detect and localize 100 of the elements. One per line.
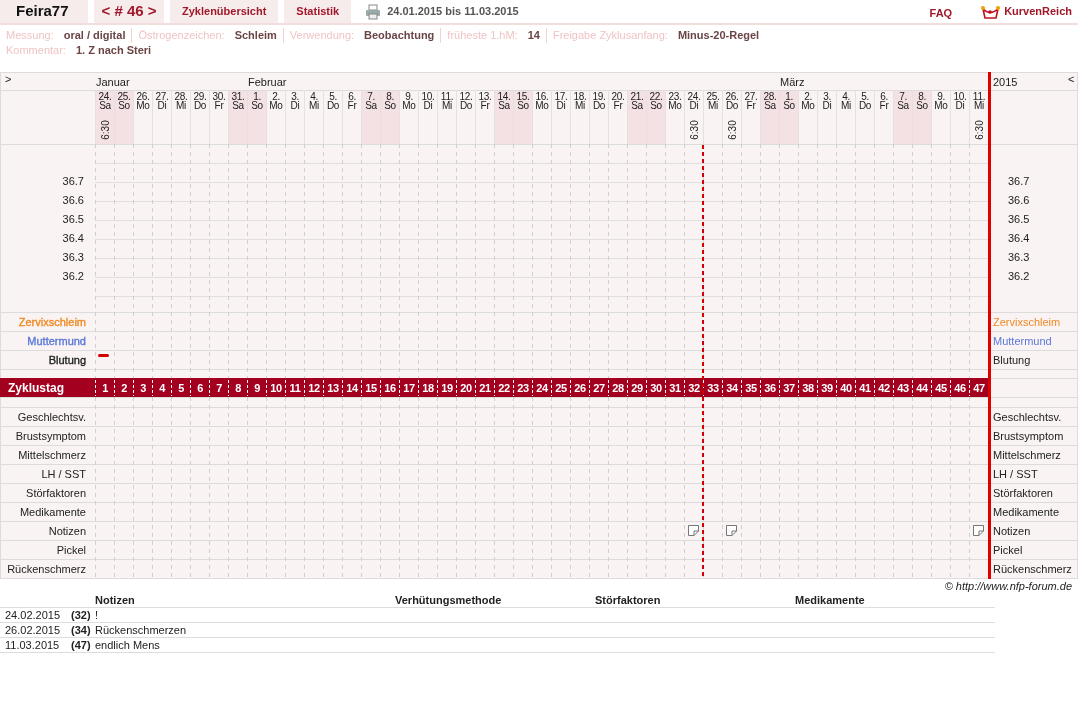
weekday-label: Mo [801,100,815,111]
weekday-label: Di [689,100,699,111]
date-label: 8. [386,91,394,102]
faq-link[interactable]: FAQ [929,4,953,23]
cycle-day-number: 36 [764,382,776,394]
cycle-day-number: 25 [555,382,567,394]
cycle-day-number: 16 [384,382,396,394]
table-cell-text: 26.02.2015 [4,623,62,637]
date-label: 3. [291,91,299,102]
date-label: 4. [842,91,850,102]
cycle-day-number: 1 [102,382,108,394]
cycle-day-number: 2 [121,382,127,394]
date-label: 30. [212,91,226,102]
date-label: 11. [972,91,986,102]
weekday-label: Mi [309,100,319,111]
cycle-day-number: 40 [840,382,852,394]
note-icon[interactable] [726,525,737,536]
cycle-day-number: 4 [159,382,165,394]
cycle-navigation[interactable]: < # 46 > [94,0,164,23]
weekday-label: Fr [214,100,224,111]
temperature-label: 36.2 [1008,270,1030,282]
field-label: Freigabe Zyklusanfang: [552,28,668,43]
date-label: 19. [592,91,606,102]
cycle-day-number: 28 [612,382,624,394]
printer-icon[interactable] [365,3,382,20]
table-cell-text: (34) [70,623,92,637]
cycle-day-number: 14 [346,382,358,394]
date-label: 1. [253,91,261,102]
note-icon[interactable] [688,525,699,536]
weekday-label: Do [459,100,473,111]
row-label: Brustsymptom [993,429,1064,442]
weekday-label: Sa [99,100,111,111]
date-label: 15. [516,91,530,102]
cycle-day-number: 41 [859,382,871,394]
field-label: Messung: [6,28,54,43]
cycle-day-number: 45 [935,382,947,394]
nav-button[interactable]: Statistik [284,0,352,23]
temperature-label: 36.5 [62,213,84,225]
time-label: 6:30 [727,120,738,140]
cycle-day-number: 47 [973,382,985,394]
cycle-day-number: 18 [422,382,434,394]
logo-icon [980,3,1001,20]
cycle-day-number: 24 [536,382,548,394]
note-icon[interactable] [973,525,984,536]
nav-button[interactable]: Zyklenübersicht [170,0,279,23]
field-value: 1. Z nach Steri [75,43,152,58]
weekday-label: Sa [764,100,776,111]
cycle-day-number: 22 [498,382,510,394]
cycle-day-number: 46 [954,382,966,394]
row-label: Muttermund [993,334,1052,347]
date-label: 28. [763,91,777,102]
cycle-day-number: 11 [289,382,301,394]
row-label: LH / SST [41,467,86,480]
weekday-label: Fr [879,100,889,111]
date-label: 6. [348,91,356,102]
cycle-day-number: 15 [365,382,377,394]
weekday-label: Fr [480,100,490,111]
date-label: 26. [725,91,739,102]
weekday-label: Di [556,100,566,111]
date-label: 1. [785,91,793,102]
weekday-label: Sa [498,100,510,111]
row-label: Medikamente [19,505,86,518]
weekday-label: Mo [269,100,283,111]
collapse-toggle[interactable]: < [1068,73,1075,85]
field-label: Kommentar: [6,43,66,58]
table-cell-text: (47) [70,638,92,652]
weekday-label: Mo [934,100,948,111]
time-label: 6:30 [974,120,985,140]
date-label: 5. [861,91,869,102]
cycle-day-number: 31 [669,382,681,394]
date-label: 25. [706,91,720,102]
date-label: 21. [630,91,644,102]
weekday-label: Mi [176,100,186,111]
date-label: 14. [497,91,511,102]
date-label: 31. [231,91,245,102]
weekday-label: Di [822,100,832,111]
logo-text: KurvenReich [1004,4,1072,20]
weekday-label: Do [592,100,606,111]
expand-toggle[interactable]: > [5,73,12,85]
date-label: 9. [405,91,413,102]
cycle-day-number: 21 [479,382,491,394]
weekday-label: So [783,100,795,111]
date-label: 10. [421,91,435,102]
temperature-label: 36.3 [1008,251,1030,263]
temperature-label: 36.7 [1008,175,1030,187]
weekday-label: So [118,100,130,111]
date-range: 24.01.2015 bis 11.03.2015 [387,4,519,20]
cycle-day-number: 44 [916,382,928,394]
row-label: Brustsymptom [15,429,86,442]
row-label: Blutung [48,353,86,366]
row-label: Blutung [993,353,1031,366]
temperature-label: 36.7 [62,175,84,187]
weekday-label: Sa [232,100,244,111]
cycle-day-number: 27 [593,382,605,394]
row-label: Geschlechtsv. [17,410,86,423]
weekday-label: Mo [668,100,682,111]
date-label: 20. [611,91,625,102]
table-cell-text: 11.03.2015 [4,638,61,652]
copyright-text: © http://www.nfp-forum.de [944,580,1072,592]
date-label: 29. [193,91,207,102]
